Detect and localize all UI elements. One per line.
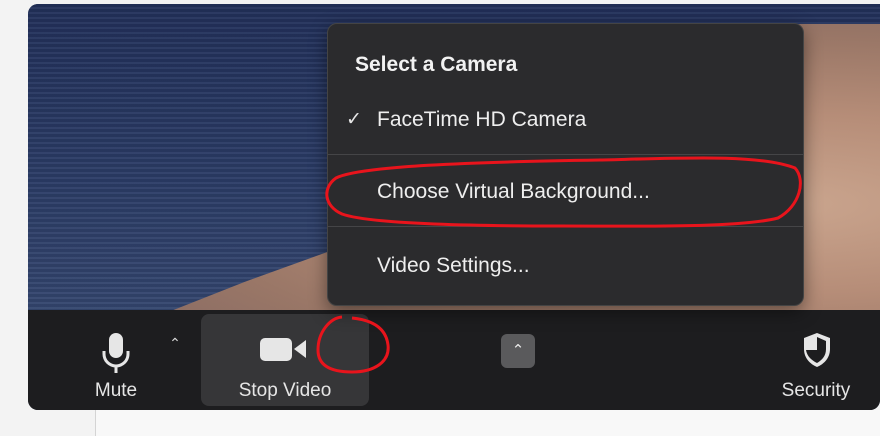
shield-icon xyxy=(804,333,830,367)
menu-divider xyxy=(328,226,803,227)
mute-button[interactable]: Mute xyxy=(76,320,156,404)
chevron-up-icon[interactable]: ⌃ xyxy=(501,334,535,368)
chevron-up-icon[interactable]: ⌃ xyxy=(165,333,185,353)
stop-video-label: Stop Video xyxy=(238,380,332,401)
menu-divider xyxy=(328,154,803,155)
menu-title: Select a Camera xyxy=(355,53,518,76)
stop-video-button[interactable]: Stop Video ⌃ xyxy=(201,314,535,406)
video-camera-icon xyxy=(260,338,306,361)
menu-item-video-settings[interactable]: Video Settings... xyxy=(328,246,803,286)
meeting-toolbar: Mute ⌃ Stop Video ⌃ Security xyxy=(28,310,880,410)
page-edge xyxy=(95,410,880,436)
desktop-background xyxy=(0,410,880,436)
mute-label: Mute xyxy=(94,380,138,401)
microphone-icon xyxy=(102,333,130,373)
checkmark-icon: ✓ xyxy=(346,109,362,130)
security-button[interactable]: Security xyxy=(768,320,864,404)
select-camera-menu: Select a Camera ✓ FaceTime HD Camera Cho… xyxy=(327,23,804,306)
menu-item-label: Choose Virtual Background... xyxy=(377,180,650,203)
menu-item-facetime-hd-camera[interactable]: ✓ FaceTime HD Camera xyxy=(328,100,803,140)
security-label: Security xyxy=(781,380,851,401)
menu-item-label: Video Settings... xyxy=(377,254,530,277)
menu-item-label: FaceTime HD Camera xyxy=(377,108,587,131)
menu-item-choose-virtual-background[interactable]: Choose Virtual Background... xyxy=(328,172,803,212)
